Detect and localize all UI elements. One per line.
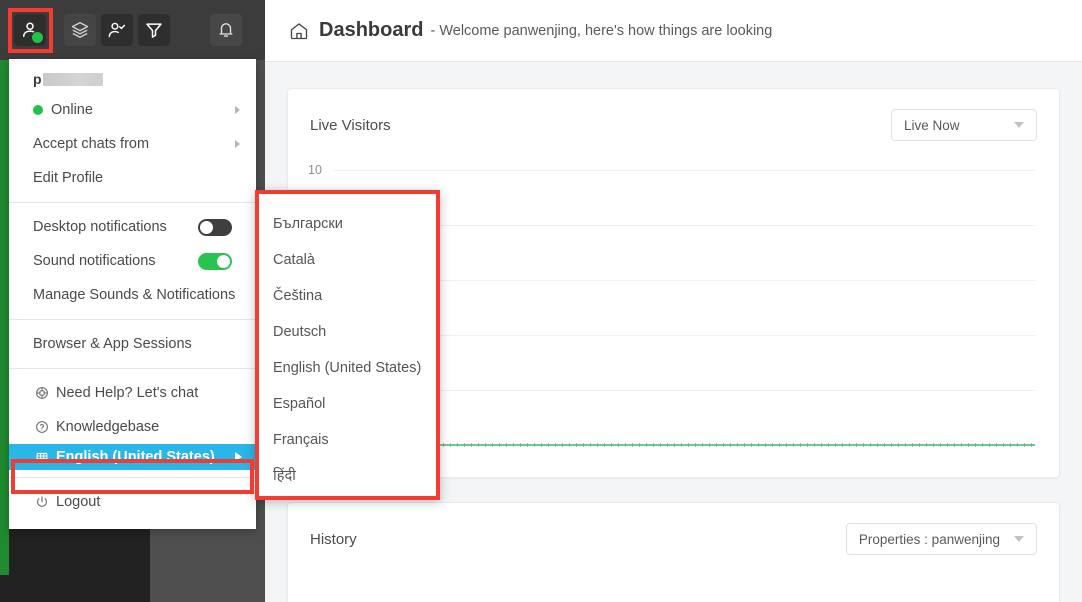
menu-item-browser-sessions[interactable]: Browser & App Sessions xyxy=(9,327,256,361)
language-option[interactable]: Čeština xyxy=(273,278,440,314)
desktop-notifications-toggle[interactable] xyxy=(198,219,232,236)
lifering-chat-icon xyxy=(33,386,50,400)
layers-button[interactable] xyxy=(64,14,96,46)
need-help-label: Need Help? Let's chat xyxy=(56,385,232,401)
menu-item-manage-sounds[interactable]: Manage Sounds & Notifications xyxy=(9,278,256,312)
language-option[interactable]: Español xyxy=(273,386,440,422)
language-option[interactable]: Català xyxy=(273,242,440,278)
top-toolbar xyxy=(0,0,265,60)
language-option[interactable]: English (United States) xyxy=(273,350,440,386)
y-axis-tick: 10 xyxy=(308,163,322,177)
history-properties-value: Properties : panwenjing xyxy=(859,532,1000,547)
menu-item-status[interactable]: Online xyxy=(9,93,256,127)
live-range-value: Live Now xyxy=(904,118,960,133)
sound-notifications-toggle[interactable] xyxy=(198,253,232,270)
live-visitors-header: Live Visitors Live Now xyxy=(288,89,1059,141)
language-option[interactable]: Deutsch xyxy=(273,314,440,350)
menu-item-accept-chats-label: Accept chats from xyxy=(33,136,235,152)
sound-notifications-label: Sound notifications xyxy=(33,253,198,269)
toggle-knob xyxy=(217,255,230,268)
live-visitors-title: Live Visitors xyxy=(310,117,391,134)
language-submenu-list: Български Català Čeština Deutsch English… xyxy=(255,190,440,494)
logout-label: Logout xyxy=(56,494,232,510)
menu-item-logout[interactable]: Logout xyxy=(9,485,256,519)
menu-divider xyxy=(9,319,256,320)
history-title: History xyxy=(310,531,357,548)
home-icon xyxy=(289,21,309,41)
username-prefix: p xyxy=(33,71,42,87)
language-flag-icon xyxy=(33,451,50,464)
language-option[interactable]: Français xyxy=(273,422,440,458)
gridline xyxy=(334,170,1035,171)
chevron-down-icon xyxy=(1014,536,1024,542)
history-header: History Properties : panwenjing xyxy=(288,503,1059,555)
language-option[interactable]: Български xyxy=(273,206,440,242)
menu-item-desktop-notifications[interactable]: Desktop notifications xyxy=(9,210,256,244)
menu-divider xyxy=(9,368,256,369)
knowledgebase-label: Knowledgebase xyxy=(56,419,232,435)
live-range-select[interactable]: Live Now xyxy=(891,109,1037,141)
menu-username: p xyxy=(9,59,256,93)
browser-sessions-label: Browser & App Sessions xyxy=(33,336,232,352)
menu-item-sound-notifications[interactable]: Sound notifications xyxy=(9,244,256,278)
language-option[interactable]: हिंदी xyxy=(273,458,440,494)
chevron-right-icon xyxy=(235,140,240,148)
active-indicator-strip xyxy=(0,55,9,575)
notifications-button[interactable] xyxy=(210,14,242,46)
online-dot-icon xyxy=(33,105,43,115)
history-body xyxy=(288,555,1059,602)
menu-item-knowledgebase[interactable]: Knowledgebase xyxy=(9,410,256,444)
menu-divider xyxy=(9,202,256,203)
menu-item-language[interactable]: English (United States) xyxy=(9,444,256,470)
page-title: Dashboard xyxy=(319,19,423,42)
menu-divider xyxy=(9,477,256,478)
power-icon xyxy=(33,495,50,509)
username-redacted-block xyxy=(43,73,103,86)
filter-button[interactable] xyxy=(138,14,170,46)
app-window: Dashboard - Welcome panwenjing, here's h… xyxy=(0,0,1082,602)
desktop-notifications-label: Desktop notifications xyxy=(33,219,198,235)
menu-item-edit-profile-label: Edit Profile xyxy=(33,170,232,186)
question-circle-icon xyxy=(33,420,50,434)
language-submenu: Български Català Čeština Deutsch English… xyxy=(255,190,440,500)
history-card: History Properties : panwenjing xyxy=(287,502,1060,602)
chevron-right-icon xyxy=(235,106,240,114)
page-subtitle: - Welcome panwenjing, here's how things … xyxy=(430,23,772,39)
chart-series-line xyxy=(408,444,1035,446)
profile-status-button[interactable] xyxy=(14,14,46,46)
menu-item-status-label: Online xyxy=(51,102,235,118)
chevron-right-icon xyxy=(235,452,242,462)
menu-item-need-help[interactable]: Need Help? Let's chat xyxy=(9,376,256,410)
manage-sounds-label: Manage Sounds & Notifications xyxy=(33,287,235,303)
page-header: Dashboard - Welcome panwenjing, here's h… xyxy=(265,0,1082,62)
history-properties-select[interactable]: Properties : panwenjing xyxy=(846,523,1037,555)
language-label: English (United States) xyxy=(56,449,235,465)
person-check-button[interactable] xyxy=(101,14,133,46)
profile-dropdown-menu: p Online Accept chats from Edit Profile … xyxy=(9,59,256,529)
online-status-dot xyxy=(31,31,44,44)
chevron-down-icon xyxy=(1014,122,1024,128)
menu-item-edit-profile[interactable]: Edit Profile xyxy=(9,161,256,195)
toggle-knob xyxy=(200,221,213,234)
menu-item-accept-chats[interactable]: Accept chats from xyxy=(9,127,256,161)
